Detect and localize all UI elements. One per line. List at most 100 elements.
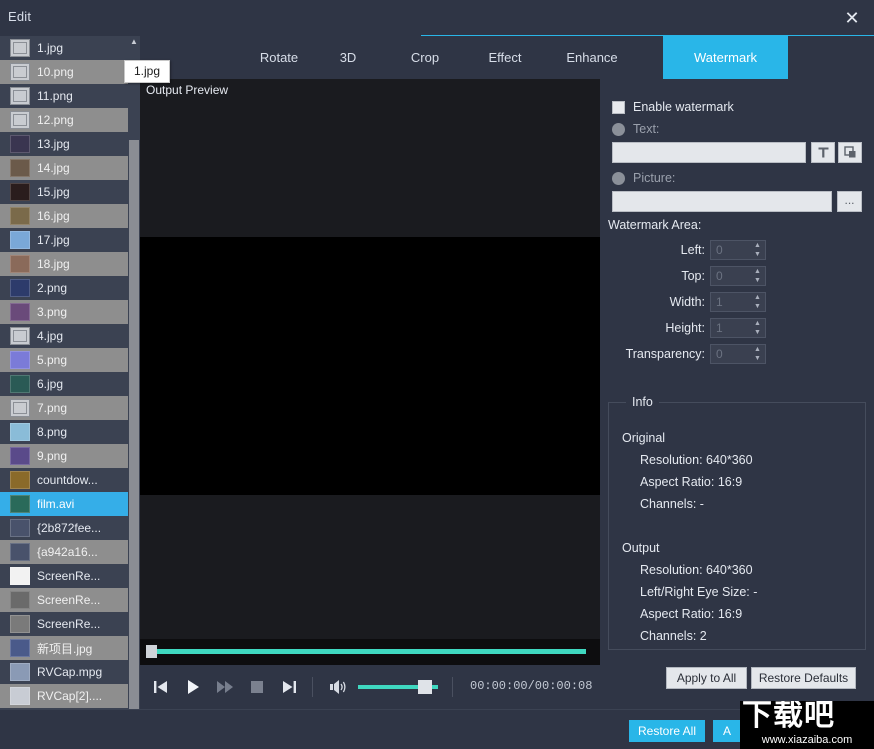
spinner-width[interactable]: 1▲▼ <box>710 292 766 312</box>
spinner-up-icon[interactable]: ▲ <box>753 346 762 353</box>
file-list-item[interactable]: 3.png <box>0 300 128 324</box>
site-watermark-url: www.xiazaiba.com <box>740 734 874 746</box>
file-list-item[interactable]: {2b872fee... <box>0 516 128 540</box>
stop-icon[interactable] <box>246 677 268 697</box>
close-icon[interactable]: ✕ <box>838 5 866 31</box>
seek-bar-container[interactable] <box>140 639 600 665</box>
file-list-item[interactable]: 7.png <box>0 396 128 420</box>
fast-forward-icon[interactable] <box>214 677 236 697</box>
tab-effect[interactable]: Effect <box>470 36 540 79</box>
spinner-down-icon[interactable]: ▼ <box>753 251 762 258</box>
scrollbar-thumb[interactable] <box>129 140 139 725</box>
file-list-item[interactable]: 1.jpg <box>0 36 128 60</box>
controls-divider-1 <box>312 677 313 697</box>
copy-icon[interactable] <box>838 142 862 163</box>
file-list-item-label: 11.png <box>37 89 73 103</box>
play-icon[interactable] <box>182 677 204 697</box>
file-list-item[interactable]: 13.jpg <box>0 132 128 156</box>
spinner-down-icon[interactable]: ▼ <box>753 355 762 362</box>
spinner-arrows-icon[interactable]: ▲▼ <box>753 346 762 362</box>
text-radio-button[interactable] <box>612 123 625 136</box>
file-list-item[interactable]: 16.jpg <box>0 204 128 228</box>
text-radio-row[interactable]: Text: <box>612 122 659 136</box>
apply-to-all-button[interactable]: Apply to All <box>666 667 747 689</box>
spinner-up-icon[interactable]: ▲ <box>753 268 762 275</box>
spinner-arrows-icon[interactable]: ▲▼ <box>753 242 762 258</box>
file-list-item[interactable]: 2.png <box>0 276 128 300</box>
spinner-up-icon[interactable]: ▲ <box>753 242 762 249</box>
tab-watermark[interactable]: Watermark <box>663 36 788 79</box>
file-list-item[interactable]: 10.png <box>0 60 128 84</box>
info-output-line: Resolution: 640*360 <box>640 563 753 577</box>
file-list-item[interactable]: 15.jpg <box>0 180 128 204</box>
font-icon[interactable] <box>811 142 835 163</box>
restore-defaults-button[interactable]: Restore Defaults <box>751 667 856 689</box>
file-list-item[interactable]: film.avi <box>0 492 128 516</box>
file-list-item[interactable]: 8.png <box>0 420 128 444</box>
file-list-item[interactable]: 17.jpg <box>0 228 128 252</box>
next-track-icon[interactable] <box>278 677 300 697</box>
file-list-item[interactable]: 14.jpg <box>0 156 128 180</box>
tab-3d[interactable]: 3D <box>318 36 378 79</box>
file-list-item[interactable]: RVCap.mpg <box>0 660 128 684</box>
tab-crop[interactable]: Crop <box>390 36 460 79</box>
enable-watermark-row[interactable]: Enable watermark <box>612 100 734 114</box>
spinner-arrows-icon[interactable]: ▲▼ <box>753 268 762 284</box>
file-list-item[interactable]: RVCap[2].... <box>0 684 128 708</box>
field-label-left: Left: <box>605 243 705 257</box>
image-thumbnail-icon <box>10 567 30 585</box>
file-list-item[interactable]: countdow... <box>0 468 128 492</box>
file-list-item-label: 8.png <box>37 425 67 439</box>
watermark-text-input[interactable] <box>612 142 806 163</box>
file-list-item-label: ScreenRe... <box>37 617 100 631</box>
file-list[interactable]: 1.jpg 10.png 11.png 12.png13.jpg14.jpg15.jp… <box>0 36 128 749</box>
file-list-item-label: 10.png <box>37 65 74 79</box>
image-thumbnail-icon <box>10 303 30 321</box>
scroll-up-arrow-icon[interactable]: ▲ <box>128 36 140 48</box>
file-list-item[interactable]: ScreenRe... <box>0 612 128 636</box>
seek-bar-handle[interactable] <box>146 645 157 658</box>
edit-window: Edit ✕ 1.jpg10.png11.png12.png13.jpg14.j… <box>0 0 874 749</box>
file-tooltip: 1.jpg <box>124 60 170 83</box>
file-list-item[interactable]: ScreenRe... <box>0 588 128 612</box>
file-list-item[interactable]: 11.png <box>0 84 128 108</box>
volume-icon[interactable] <box>328 677 348 697</box>
file-list-item[interactable]: 18.jpg <box>0 252 128 276</box>
spinner-transparency[interactable]: 0▲▼ <box>710 344 766 364</box>
file-list-item[interactable]: 4.jpg <box>0 324 128 348</box>
prev-track-icon[interactable] <box>150 677 172 697</box>
picture-radio-row[interactable]: Picture: <box>612 171 675 185</box>
spinner-up-icon[interactable]: ▲ <box>753 294 762 301</box>
spinner-height[interactable]: 1▲▼ <box>710 318 766 338</box>
spinner-down-icon[interactable]: ▼ <box>753 329 762 336</box>
volume-slider-handle[interactable] <box>418 680 432 694</box>
spinner-arrows-icon[interactable]: ▲▼ <box>753 320 762 336</box>
file-list-scrollbar[interactable]: ▲ ▼ <box>128 36 140 749</box>
spinner-value: 1 <box>716 295 723 309</box>
file-list-item[interactable]: 6.jpg <box>0 372 128 396</box>
picture-radio-button[interactable] <box>612 172 625 185</box>
tab-rotate[interactable]: Rotate <box>234 36 324 79</box>
spinner-up-icon[interactable]: ▲ <box>753 320 762 327</box>
file-list-item[interactable]: 9.png <box>0 444 128 468</box>
spinner-down-icon[interactable]: ▼ <box>753 303 762 310</box>
image-thumbnail-icon <box>10 423 30 441</box>
spinner-down-icon[interactable]: ▼ <box>753 277 762 284</box>
spinner-top[interactable]: 0▲▼ <box>710 266 766 286</box>
tab-enhance[interactable]: Enhance <box>552 36 632 79</box>
spinner-arrows-icon[interactable]: ▲▼ <box>753 294 762 310</box>
restore-all-button[interactable]: Restore All <box>629 720 705 742</box>
file-list-item[interactable]: 新项目.jpg <box>0 636 128 660</box>
spinner-left[interactable]: 0▲▼ <box>710 240 766 260</box>
file-list-item[interactable]: {a942a16... <box>0 540 128 564</box>
file-list-item[interactable]: 12.png <box>0 108 128 132</box>
browse-picture-button[interactable]: ... <box>837 191 862 212</box>
output-preview-panel: Output Preview <box>140 79 600 665</box>
file-list-item[interactable]: 5.png <box>0 348 128 372</box>
file-list-item-label: 7.png <box>37 401 67 415</box>
seek-bar-track[interactable] <box>150 649 586 654</box>
watermark-picture-input[interactable] <box>612 191 832 212</box>
file-list-item[interactable]: ScreenRe... <box>0 564 128 588</box>
player-controls: 00:00:00/00:00:08 <box>140 665 600 709</box>
enable-watermark-checkbox[interactable] <box>612 101 625 114</box>
